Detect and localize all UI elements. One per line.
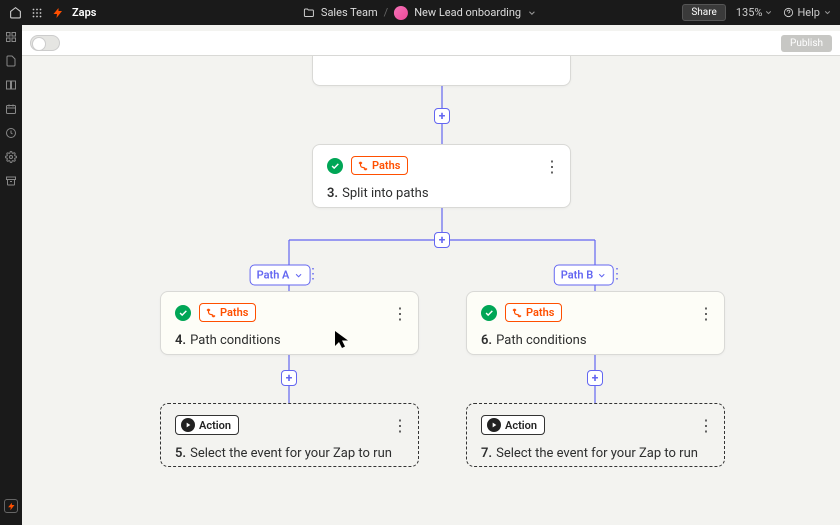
path-b-conditions-node[interactable]: Paths 6.Path conditions ⋮	[466, 291, 725, 355]
avatar	[394, 6, 408, 20]
check-icon	[327, 158, 343, 174]
left-sidebar	[0, 25, 22, 525]
add-step-button[interactable]: +	[434, 232, 450, 248]
canvas-toolbar: Publish	[22, 31, 840, 56]
paths-badge: Paths	[505, 303, 562, 322]
check-icon	[481, 305, 497, 321]
archive-icon[interactable]	[5, 175, 17, 187]
paths-badge: Paths	[351, 156, 408, 175]
apps-icon[interactable]	[30, 6, 44, 20]
folder-icon	[303, 7, 315, 19]
node-menu-button[interactable]: ⋮	[392, 416, 408, 435]
zap-bolt-icon	[52, 7, 64, 19]
action-badge: Action	[481, 415, 545, 435]
path-a-menu[interactable]: ⋮	[306, 266, 320, 282]
node-menu-button[interactable]: ⋮	[544, 157, 560, 176]
split-node[interactable]: Paths 3.Split into paths ⋮	[312, 144, 571, 208]
publish-button[interactable]: Publish	[781, 35, 832, 52]
enable-toggle[interactable]	[30, 35, 60, 51]
chevron-down-icon[interactable]	[527, 8, 537, 18]
app-header: Zaps Sales Team / New Lead onboarding Sh…	[0, 0, 840, 25]
node-menu-button[interactable]: ⋮	[698, 304, 714, 323]
path-a-label[interactable]: Path A	[250, 265, 311, 286]
workflow-name[interactable]: New Lead onboarding	[414, 6, 521, 19]
zoom-level[interactable]: 135%	[736, 6, 774, 19]
canvas[interactable]: Publish + Paths 3.Split into paths ⋮ + P…	[22, 25, 840, 525]
help-button[interactable]: Help	[783, 6, 832, 19]
trigger-node-partial[interactable]	[312, 56, 571, 86]
clock-icon[interactable]	[5, 127, 17, 139]
node-menu-button[interactable]: ⋮	[392, 304, 408, 323]
add-step-button[interactable]: +	[587, 370, 603, 386]
action-b-node[interactable]: Action 7.Select the event for your Zap t…	[466, 403, 725, 467]
add-step-button[interactable]: +	[434, 108, 450, 124]
node-menu-button[interactable]: ⋮	[698, 416, 714, 435]
path-b-label[interactable]: Path B	[554, 265, 614, 286]
brand-badge[interactable]	[4, 499, 18, 513]
paths-badge: Paths	[199, 303, 256, 322]
split-icon[interactable]	[5, 79, 17, 91]
app-title: Zaps	[72, 6, 96, 19]
gear-icon[interactable]	[5, 151, 17, 163]
add-step-button[interactable]: +	[281, 370, 297, 386]
share-button[interactable]: Share	[682, 4, 725, 21]
calendar-icon[interactable]	[5, 103, 17, 115]
mouse-cursor	[334, 330, 352, 350]
folder-name[interactable]: Sales Team	[321, 6, 378, 19]
home-icon[interactable]	[8, 6, 22, 20]
action-badge: Action	[175, 415, 239, 435]
grid-icon[interactable]	[5, 31, 17, 43]
doc-icon[interactable]	[5, 55, 17, 67]
path-b-menu[interactable]: ⋮	[610, 266, 624, 282]
path-a-conditions-node[interactable]: Paths 4.Path conditions ⋮	[160, 291, 419, 355]
check-icon	[175, 305, 191, 321]
action-a-node[interactable]: Action 5.Select the event for your Zap t…	[160, 403, 419, 467]
